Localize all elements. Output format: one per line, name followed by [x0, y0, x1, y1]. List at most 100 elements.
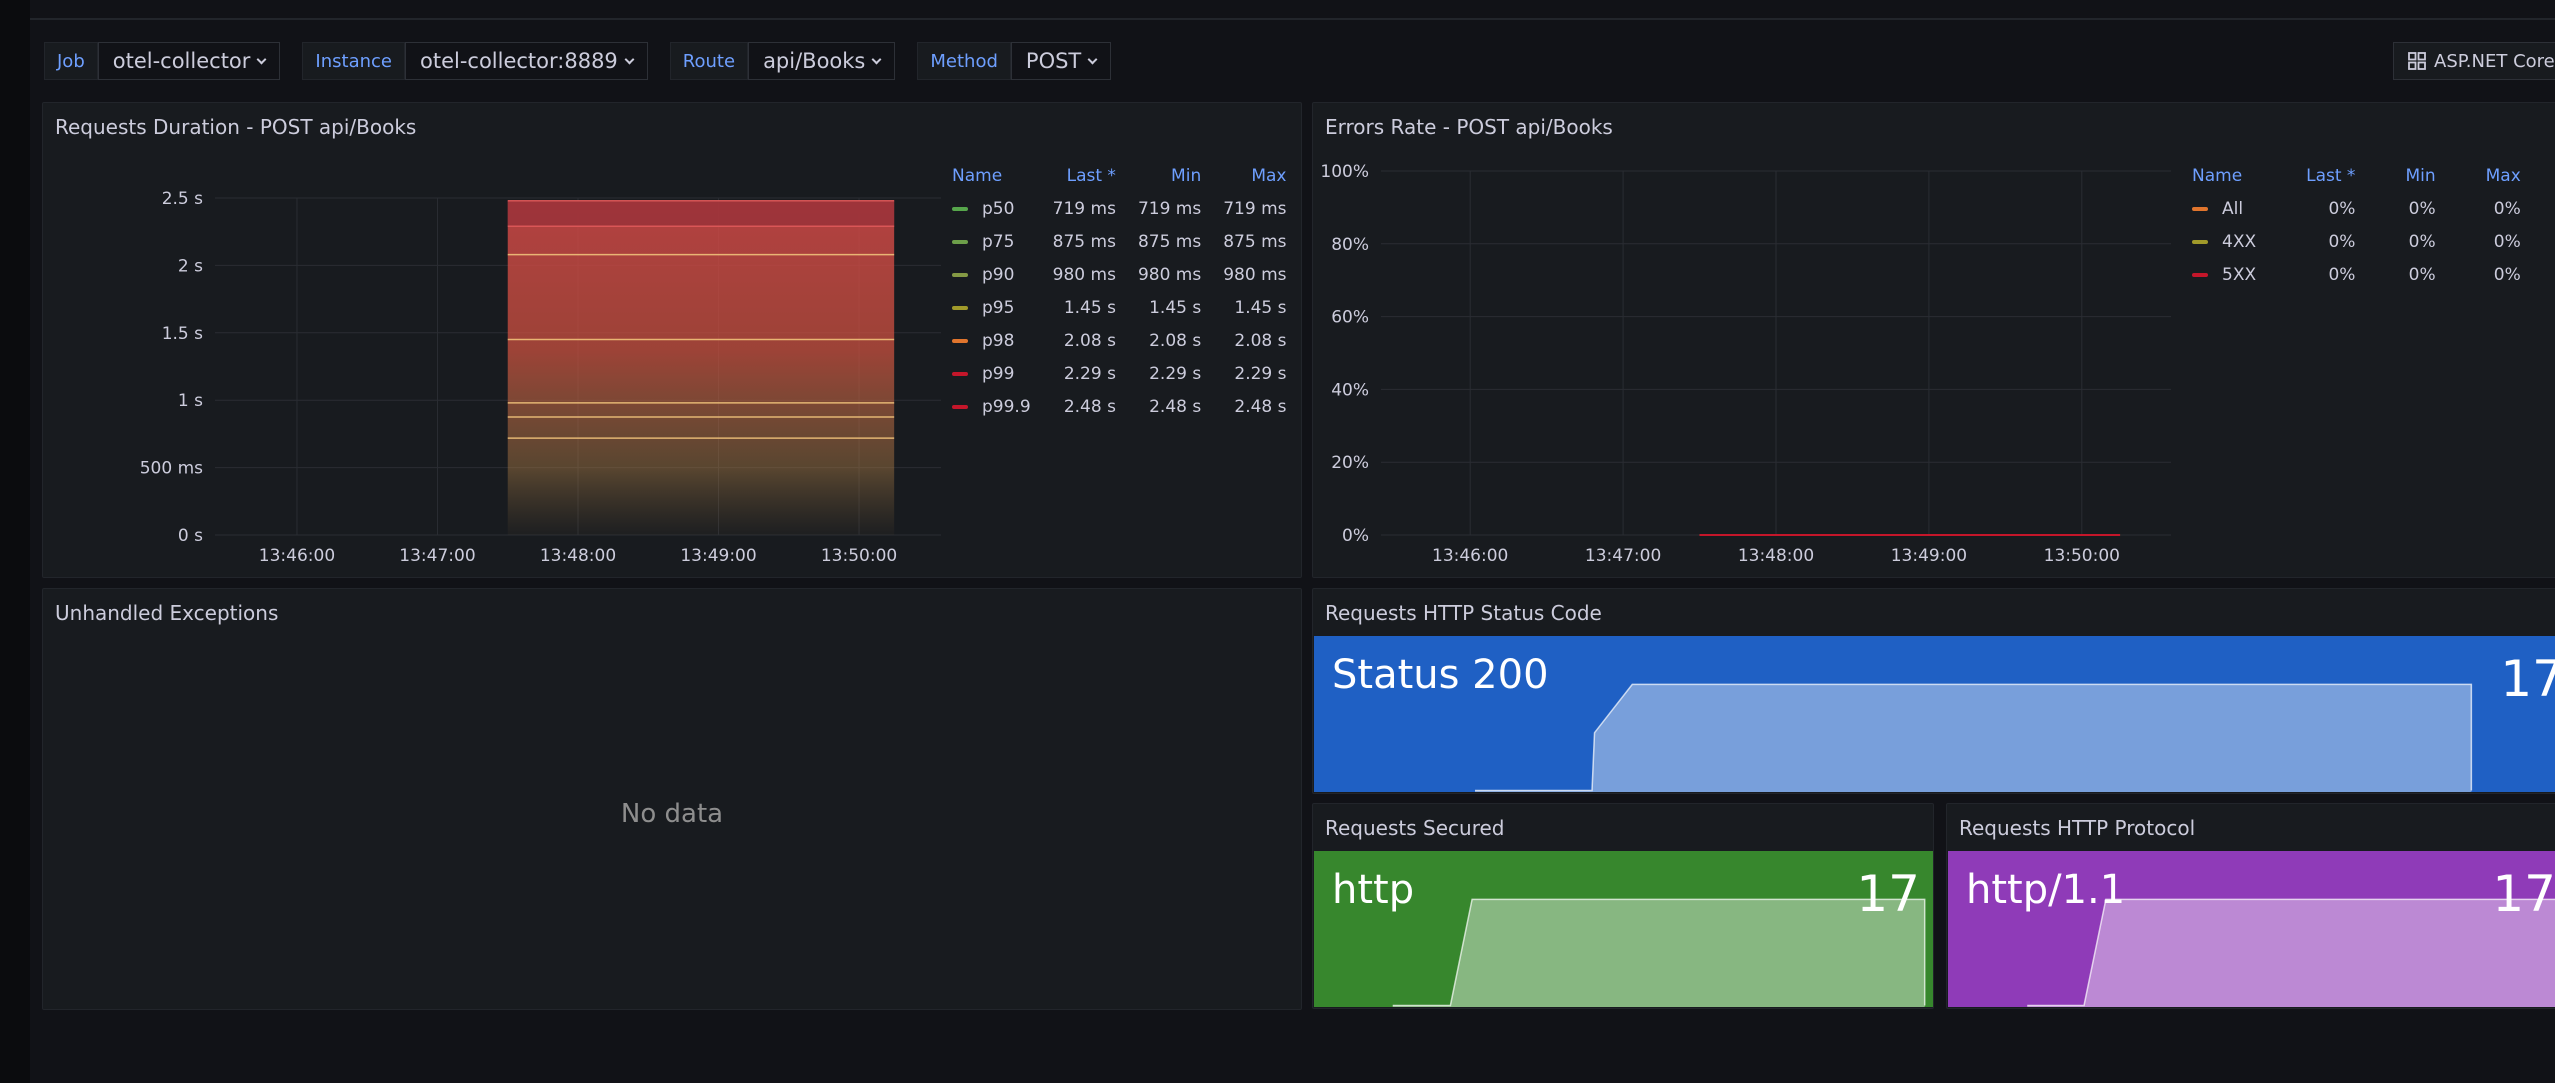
legend-header-name[interactable]: Name: [2192, 159, 2256, 192]
x-tick-label: 13:49:00: [1891, 546, 1967, 566]
variable-select-route[interactable]: api/Books: [748, 42, 896, 80]
legend-min-value: 2.29 s: [1149, 363, 1202, 384]
legend-row-p90[interactable]: p90 980 ms 980 ms 980 ms: [952, 258, 1287, 291]
legend-swatch[interactable]: [952, 305, 968, 310]
dashboard-link-label: ASP.NET Core: [2434, 50, 2555, 72]
x-tick-label: 13:46:00: [1432, 546, 1508, 566]
legend-swatch[interactable]: [952, 404, 968, 409]
legend-swatch[interactable]: [2192, 239, 2208, 244]
legend-last-value: 2.48 s: [1063, 396, 1116, 417]
legend-row-4XX[interactable]: 4XX 0% 0% 0%: [2192, 225, 2521, 258]
x-tick-label: 13:50:00: [2044, 546, 2120, 566]
legend-row-p98[interactable]: p98 2.08 s 2.08 s 2.08 s: [952, 324, 1287, 357]
legend-header-max[interactable]: Max: [1201, 159, 1286, 192]
variable-value-instance: otel-collector:8889: [419, 49, 618, 73]
y-tick-label: 100%: [1320, 162, 1369, 182]
duration-legend: Name Last * Min Max p50 719 ms 719 ms 719 m…: [952, 159, 1287, 423]
legend-max-value: 719 ms: [1223, 198, 1287, 219]
legend-header-last[interactable]: Last *: [1031, 159, 1116, 192]
legend-last-value: 719 ms: [1052, 198, 1116, 219]
panel-title[interactable]: Requests Secured: [1325, 816, 1504, 840]
legend-max-value: 0%: [2493, 264, 2521, 285]
legend-row-p50[interactable]: p50 719 ms 719 ms 719 ms: [952, 192, 1287, 225]
legend-row-p99[interactable]: p99 2.29 s 2.29 s 2.29 s: [952, 357, 1287, 390]
legend-max-value: 2.48 s: [1234, 396, 1287, 417]
variables-bar: Job otel-collector Instance otel-collect…: [44, 42, 1133, 80]
legend-max-value: 875 ms: [1223, 231, 1287, 252]
header-divider: [30, 18, 2555, 20]
y-tick-label: 20%: [1331, 453, 1369, 473]
x-tick-label: 13:48:00: [1738, 546, 1814, 566]
legend-max-value: 980 ms: [1223, 264, 1287, 285]
legend-last-value: 2.29 s: [1063, 363, 1116, 384]
legend-series-name: 4XX: [2222, 231, 2257, 252]
panel-title[interactable]: Requests HTTP Status Code: [1325, 601, 1602, 625]
legend-series-name: p75: [982, 231, 1015, 252]
y-tick-label: 0%: [1342, 526, 1369, 546]
variable-select-instance[interactable]: otel-collector:8889: [404, 42, 648, 80]
panel-title[interactable]: Unhandled Exceptions: [55, 601, 278, 625]
variable-select-job[interactable]: otel-collector: [97, 42, 281, 80]
variable-value-job: otel-collector: [112, 49, 251, 73]
legend-series-name: p50: [982, 198, 1015, 219]
panel-http-protocol: Requests HTTP Protocol http/1.1 17: [1946, 803, 2555, 1009]
legend-header-min[interactable]: Min: [1116, 159, 1201, 192]
y-tick-label: 0 s: [178, 526, 203, 546]
legend-header-name[interactable]: Name: [952, 159, 1031, 192]
x-tick-label: 13:47:00: [399, 546, 475, 566]
sidebar-strip: [0, 0, 30, 1083]
legend-last-value: 980 ms: [1052, 264, 1116, 285]
apps-grid-icon: [2408, 52, 2426, 70]
stat-value: 17: [1856, 865, 1920, 923]
legend-header-max[interactable]: Max: [2436, 159, 2521, 192]
legend-series-name: p99.9: [982, 396, 1031, 417]
stat-label: http: [1332, 867, 1415, 913]
legend-swatch[interactable]: [2192, 206, 2208, 211]
dashboard-link-aspnet[interactable]: ASP.NET Core: [2393, 42, 2555, 80]
errors-legend: Name Last * Min Max All 0% 0% 0% 4XX 0% 0% 0% 5X…: [2192, 159, 2521, 291]
legend-max-value: 2.29 s: [1234, 363, 1287, 384]
legend-swatch[interactable]: [952, 338, 968, 343]
variable-value-method: POST: [1025, 49, 1082, 73]
legend-min-value: 0%: [2408, 231, 2436, 252]
panel-title[interactable]: Requests HTTP Protocol: [1959, 816, 2195, 840]
legend-swatch[interactable]: [2192, 272, 2208, 277]
legend-row-p75[interactable]: p75 875 ms 875 ms 875 ms: [952, 225, 1287, 258]
legend-max-value: 0%: [2493, 231, 2521, 252]
legend-row-5XX[interactable]: 5XX 0% 0% 0%: [2192, 258, 2521, 291]
legend-last-value: 2.08 s: [1063, 330, 1116, 351]
legend-swatch[interactable]: [952, 206, 968, 211]
y-tick-label: 2.5 s: [162, 189, 203, 209]
variable-label-instance: Instance: [302, 42, 405, 80]
legend-swatch[interactable]: [952, 371, 968, 376]
chevron-down-icon: [256, 54, 267, 64]
variable-method: Method POST: [917, 42, 1112, 80]
legend-max-value: 2.08 s: [1234, 330, 1287, 351]
panel-errors-rate: Errors Rate - POST api/Books 0% 20% 40% 60%…: [1312, 102, 2555, 578]
chevron-down-icon: [624, 54, 635, 64]
stat-label: http/1.1: [1966, 867, 2126, 913]
variable-instance: Instance otel-collector:8889: [302, 42, 648, 80]
panel-unhandled-exceptions: Unhandled Exceptions No data: [42, 588, 1302, 1010]
stat-http-1-1: http/1.1 17: [1948, 851, 2555, 1007]
legend-series-name: All: [2222, 198, 2244, 219]
legend-min-value: 0%: [2408, 198, 2436, 219]
legend-series-name: p90: [982, 264, 1015, 285]
legend-header-last[interactable]: Last *: [2256, 159, 2355, 192]
legend-header-min[interactable]: Min: [2355, 159, 2435, 192]
variable-select-method[interactable]: POST: [1010, 42, 1112, 80]
legend-swatch[interactable]: [952, 239, 968, 244]
legend-last-value: 0%: [2328, 264, 2356, 285]
stat-value: 17: [2492, 865, 2555, 923]
legend-row-p99.9[interactable]: p99.9 2.48 s 2.48 s 2.48 s: [952, 390, 1287, 423]
y-tick-label: 2 s: [178, 256, 203, 276]
stat-label: Status 200: [1332, 652, 1549, 698]
y-tick-label: 60%: [1331, 308, 1369, 328]
legend-swatch[interactable]: [952, 272, 968, 277]
x-tick-label: 13:47:00: [1585, 546, 1661, 566]
legend-row-p95[interactable]: p95 1.45 s 1.45 s 1.45 s: [952, 291, 1287, 324]
legend-min-value: 1.45 s: [1149, 297, 1202, 318]
legend-row-All[interactable]: All 0% 0% 0%: [2192, 192, 2521, 225]
variable-job: Job otel-collector: [44, 42, 281, 80]
variable-label-method: Method: [917, 42, 1011, 80]
